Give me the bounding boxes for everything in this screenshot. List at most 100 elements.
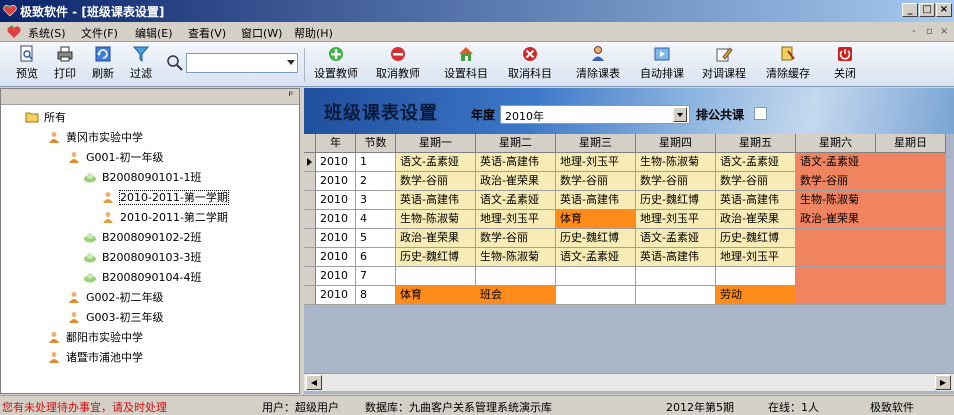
tree-node[interactable]: 诸暨市浦池中学 <box>47 349 143 367</box>
swap-course-button[interactable]: 对调课程 <box>698 45 750 85</box>
filter-button[interactable]: 过滤 <box>126 45 156 85</box>
schedule-cell[interactable] <box>796 248 876 267</box>
year-cell[interactable]: 2010 <box>316 248 356 267</box>
period-cell[interactable]: 5 <box>356 229 396 248</box>
table-row[interactable]: 2010 5 政治-崔荣果 数学-谷丽 历史-魏红博 语文-孟素娅 历史-魏红博 <box>304 229 954 248</box>
pin-icon[interactable]: ᵖ <box>289 90 293 101</box>
schedule-cell[interactable]: 语文-孟素娅 <box>556 248 636 267</box>
schedule-cell[interactable] <box>796 267 876 286</box>
row-indicator[interactable] <box>304 248 316 267</box>
period-cell[interactable]: 3 <box>356 191 396 210</box>
tree-node[interactable]: 鄱阳市实验中学 <box>47 329 143 347</box>
table-row[interactable]: 2010 6 历史-魏红博 生物-陈淑菊 语文-孟素娅 英语-高建伟 地理-刘玉平 <box>304 248 954 267</box>
schedule-cell[interactable]: 历史-魏红博 <box>556 229 636 248</box>
print-button[interactable]: 打印 <box>50 45 80 85</box>
schedule-cell[interactable]: 地理-刘玉平 <box>556 153 636 172</box>
schedule-cell[interactable] <box>876 210 946 229</box>
schedule-cell[interactable]: 历史-魏红博 <box>396 248 476 267</box>
close-window-button[interactable]: × <box>936 3 952 17</box>
tree-node[interactable]: G002-初二年级 <box>67 289 164 307</box>
schedule-cell[interactable]: 生物-陈淑菊 <box>396 210 476 229</box>
maximize-button[interactable]: □ <box>919 3 935 17</box>
menu-view[interactable]: 查看(V) <box>188 25 226 41</box>
row-indicator[interactable] <box>304 210 316 229</box>
menu-help[interactable]: 帮助(H) <box>294 25 333 41</box>
period-cell[interactable]: 2 <box>356 172 396 191</box>
schedule-cell[interactable] <box>876 191 946 210</box>
row-indicator[interactable] <box>304 153 316 172</box>
share-course-checkbox[interactable] <box>754 107 767 120</box>
period-cell[interactable]: 6 <box>356 248 396 267</box>
schedule-cell[interactable]: 生物-陈淑菊 <box>796 191 876 210</box>
grid-corner-cell[interactable] <box>304 134 316 153</box>
column-header[interactable]: 星期二 <box>476 134 556 153</box>
schedule-cell[interactable] <box>636 267 716 286</box>
schedule-cell[interactable]: 语文-孟素娅 <box>396 153 476 172</box>
schedule-cell[interactable]: 体育 <box>396 286 476 305</box>
schedule-cell[interactable]: 英语-高建伟 <box>476 153 556 172</box>
table-row[interactable]: 2010 3 英语-高建伟 语文-孟素娅 英语-高建伟 历史-魏红博 英语-高建伟 生物-陈淑… <box>304 191 954 210</box>
schedule-cell[interactable] <box>556 286 636 305</box>
table-row[interactable]: 2010 7 <box>304 267 954 286</box>
table-row[interactable]: 2010 8 体育 班会 劳动 <box>304 286 954 305</box>
schedule-cell[interactable]: 体育 <box>556 210 636 229</box>
tree-node[interactable]: G003-初三年级 <box>67 309 164 327</box>
schedule-cell[interactable]: 语文-孟素娅 <box>476 191 556 210</box>
tree-node[interactable]: G001-初一年级 <box>67 149 164 167</box>
column-header[interactable]: 节数 <box>356 134 396 153</box>
schedule-cell[interactable]: 历史-魏红博 <box>716 229 796 248</box>
clear-schedule-button[interactable]: 清除课表 <box>572 45 624 85</box>
close-button[interactable]: 关闭 <box>830 45 860 85</box>
table-row[interactable]: 2010 4 生物-陈淑菊 地理-刘玉平 体育 地理-刘玉平 政治-崔荣果 政治-崔荣果 <box>304 210 954 229</box>
mdi-restore-button[interactable]: ▫ <box>926 26 933 37</box>
scroll-right-button[interactable]: ▶ <box>935 375 951 390</box>
schedule-cell[interactable]: 语文-孟素娅 <box>716 153 796 172</box>
year-cell[interactable]: 2010 <box>316 229 356 248</box>
schedule-cell[interactable]: 政治-崔荣果 <box>796 210 876 229</box>
schedule-cell[interactable]: 语文-孟素娅 <box>636 229 716 248</box>
period-cell[interactable]: 7 <box>356 267 396 286</box>
tree-node[interactable]: B2008090104-4班 <box>83 269 202 287</box>
period-cell[interactable]: 1 <box>356 153 396 172</box>
cancel-teacher-button[interactable]: 取消教师 <box>372 45 424 85</box>
set-teacher-button[interactable]: 设置教师 <box>310 45 362 85</box>
column-header[interactable]: 年 <box>316 134 356 153</box>
minimize-button[interactable]: _ <box>902 3 918 17</box>
schedule-cell[interactable]: 数学-谷丽 <box>556 172 636 191</box>
tree-node[interactable]: 黄冈市实验中学 <box>47 129 143 147</box>
schedule-cell[interactable]: 英语-高建伟 <box>396 191 476 210</box>
schedule-cell[interactable] <box>796 286 876 305</box>
schedule-cell[interactable] <box>876 229 946 248</box>
year-cell[interactable]: 2010 <box>316 210 356 229</box>
schedule-cell[interactable]: 生物-陈淑菊 <box>636 153 716 172</box>
search-combo[interactable] <box>186 53 298 73</box>
chevron-down-icon[interactable] <box>673 107 687 122</box>
refresh-button[interactable]: 刷新 <box>88 45 118 85</box>
year-cell[interactable]: 2010 <box>316 191 356 210</box>
table-row[interactable]: 2010 1 语文-孟素娅 英语-高建伟 地理-刘玉平 生物-陈淑菊 语文-孟素娅 语文-孟素… <box>304 153 954 172</box>
schedule-cell[interactable]: 数学-谷丽 <box>716 172 796 191</box>
mdi-minimize-button[interactable]: - <box>912 26 916 37</box>
row-indicator[interactable] <box>304 229 316 248</box>
menu-window[interactable]: 窗口(W) <box>241 25 282 41</box>
row-indicator[interactable] <box>304 286 316 305</box>
year-select[interactable]: 2010年 <box>500 105 690 124</box>
period-cell[interactable]: 4 <box>356 210 396 229</box>
tree-node[interactable]: B2008090101-1班 <box>83 169 202 187</box>
schedule-cell[interactable]: 班会 <box>476 286 556 305</box>
menu-system[interactable]: 系统(S) <box>28 25 66 41</box>
tree-node[interactable]: 2010-2011-第二学期 <box>101 209 228 227</box>
period-cell[interactable]: 8 <box>356 286 396 305</box>
schedule-cell[interactable]: 英语-高建伟 <box>636 248 716 267</box>
column-header[interactable]: 星期三 <box>556 134 636 153</box>
search-icon[interactable] <box>166 54 184 72</box>
schedule-cell[interactable]: 政治-崔荣果 <box>396 229 476 248</box>
tree-node[interactable]: B2008090102-2班 <box>83 229 202 247</box>
schedule-cell[interactable] <box>716 267 796 286</box>
schedule-cell[interactable]: 数学-谷丽 <box>796 172 876 191</box>
schedule-cell[interactable]: 地理-刘玉平 <box>716 248 796 267</box>
row-indicator[interactable] <box>304 191 316 210</box>
column-header[interactable]: 星期一 <box>396 134 476 153</box>
table-row[interactable]: 2010 2 数学-谷丽 政治-崔荣果 数学-谷丽 数学-谷丽 数学-谷丽 数学-谷丽 <box>304 172 954 191</box>
column-header[interactable]: 星期四 <box>636 134 716 153</box>
